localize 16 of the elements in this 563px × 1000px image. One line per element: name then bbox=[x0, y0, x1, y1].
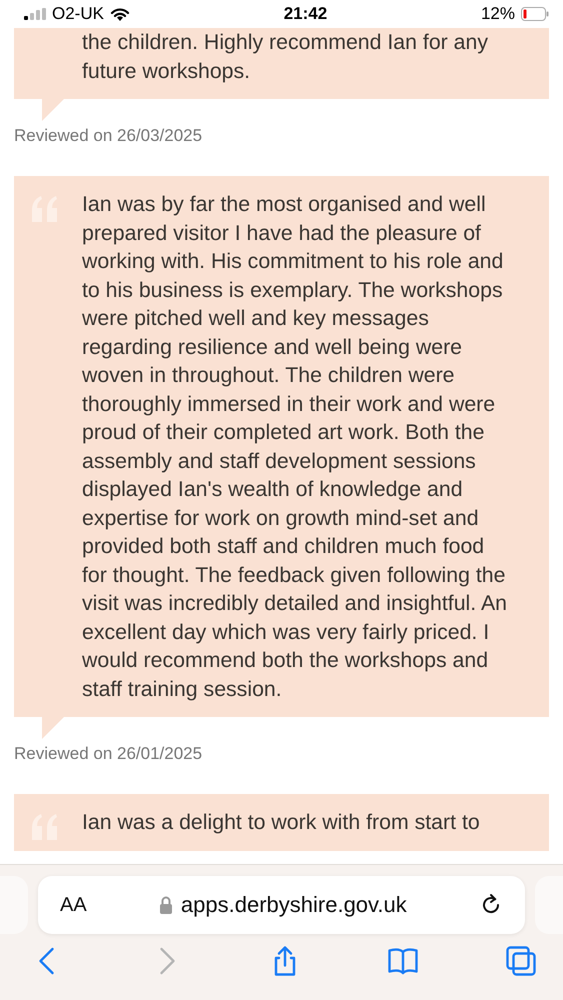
review-text: Ian was a delight to work with from start to bbox=[82, 809, 481, 836]
lock-icon bbox=[158, 896, 173, 914]
review-text: Ian was by far the most organised and well prepared visitor I have had the pleasure of working with. His commitment to his role and to his business is exemplary. The workshops were pitched well and key messages regarding resilience and well being were woven in throughout. The children were thoroughly immersed in their work and were proud of their completed art work. Both the assembly and staff development sessions displayed Ian's wealth of knowledge and expertise for work on growth mind-set and provided both staff and children much food for thought. The feedback given following the visit was incredibly detailed and insightful. An excellent day which was very fairly priced. I would recommend both the workshops and staff training session. bbox=[82, 191, 508, 702]
address-bar[interactable]: AA apps.derbyshire.gov.uk bbox=[38, 876, 525, 934]
text-size-button[interactable]: AA bbox=[60, 894, 87, 916]
battery-percentage: 12% bbox=[480, 4, 515, 24]
signal-icon bbox=[24, 8, 46, 20]
battery-icon bbox=[520, 7, 549, 21]
chevron-left-icon[interactable] bbox=[39, 948, 54, 974]
review-date: Reviewed on 26/03/2025 bbox=[14, 126, 202, 146]
review-date: Reviewed on 26/01/2025 bbox=[14, 744, 202, 764]
carrier-name: O2-UK bbox=[52, 4, 104, 24]
wifi-icon bbox=[110, 6, 130, 22]
url-text[interactable]: apps.derbyshire.gov.uk bbox=[180, 892, 407, 918]
clock-time: 21:42 bbox=[284, 4, 328, 24]
review-text: the children. Highly recommend Ian for any future workshops. bbox=[82, 29, 490, 84]
